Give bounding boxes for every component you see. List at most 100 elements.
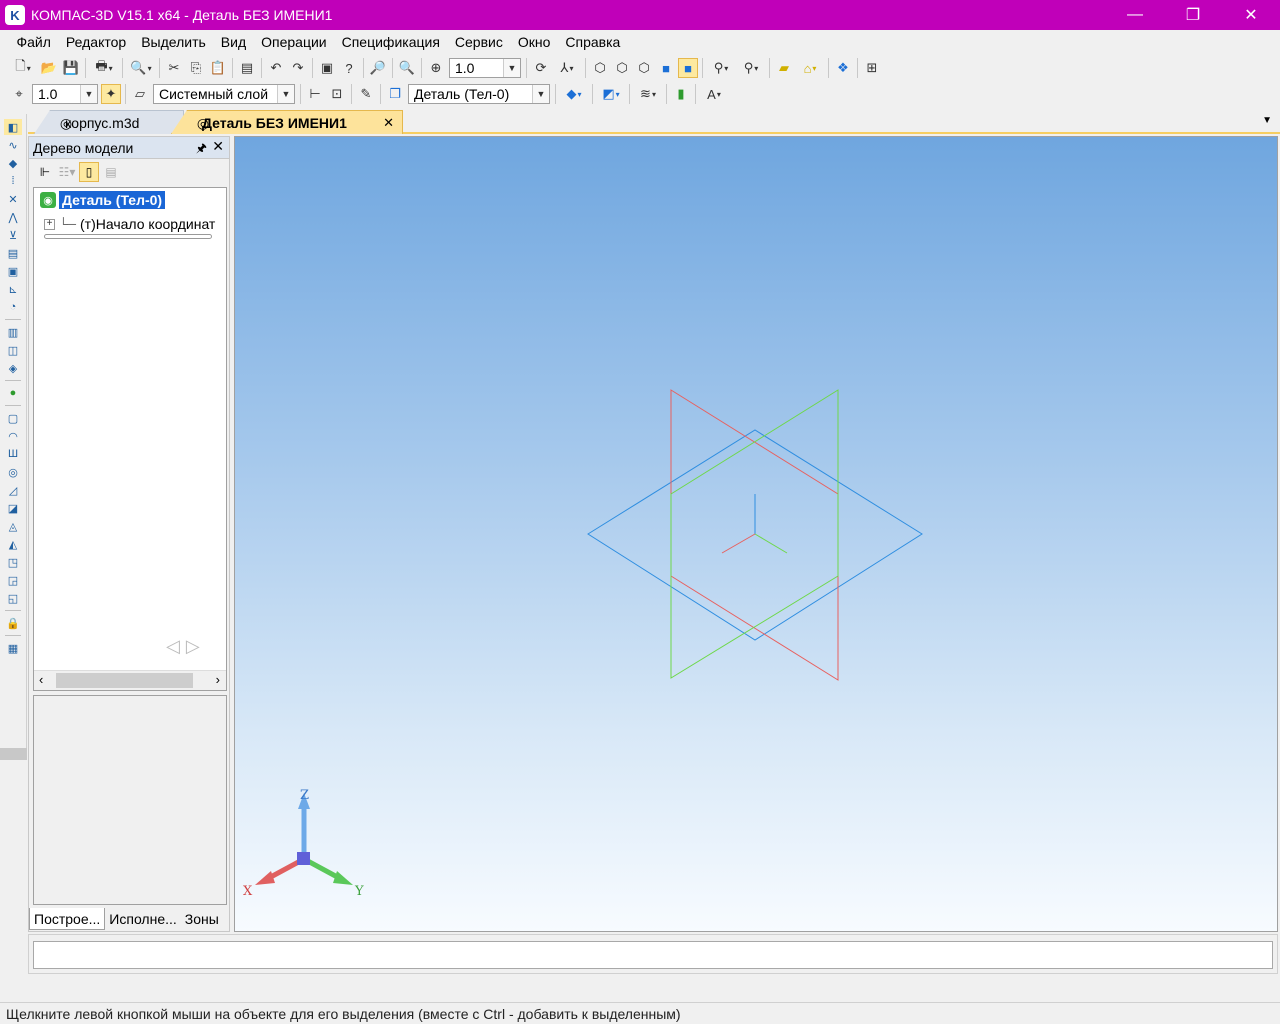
scroll-thumb[interactable]: [56, 673, 193, 688]
tab-korpus[interactable]: ◎ корпус.m3d: [34, 110, 184, 134]
library-icon[interactable]: ❖: [833, 58, 853, 78]
chevron-down-icon[interactable]: ▼: [80, 85, 97, 103]
menu-editor[interactable]: Редактор: [58, 34, 133, 50]
rotate-icon[interactable]: ⟳: [531, 58, 551, 78]
split-icon[interactable]: ◱: [4, 590, 22, 606]
scale-icon[interactable]: ◲: [4, 572, 22, 588]
auxiliary-geometry-icon[interactable]: ✕: [4, 191, 22, 207]
tree-settings-icon[interactable]: ▤: [101, 162, 121, 182]
chevron-down-icon[interactable]: ▼: [532, 85, 549, 103]
zoom-window-icon[interactable]: 🔎: [368, 58, 388, 78]
menu-help[interactable]: Справка: [558, 34, 628, 50]
menu-specification[interactable]: Спецификация: [334, 34, 447, 50]
save-icon[interactable]: 💾: [61, 58, 81, 78]
edit-sketch-icon[interactable]: ✎: [356, 84, 376, 104]
thin-hidden-icon[interactable]: ⬡: [634, 58, 654, 78]
scroll-right-icon[interactable]: ›: [216, 672, 220, 687]
section-icon[interactable]: ◩ ▾: [597, 84, 625, 104]
filter-icon[interactable]: ⚲ ▾: [707, 58, 735, 78]
selection-icon[interactable]: ⚲ ▾: [737, 58, 765, 78]
redo-icon[interactable]: ↷: [288, 58, 308, 78]
restore-button[interactable]: ❐: [1164, 0, 1222, 30]
tree-list-icon[interactable]: ☷▾: [57, 162, 77, 182]
fillet-icon[interactable]: ◠: [4, 428, 22, 444]
menu-select[interactable]: Выделить: [134, 34, 214, 50]
local-cs-icon[interactable]: ⊢: [305, 84, 325, 104]
close-panel-icon[interactable]: ✕: [212, 138, 224, 155]
step-combo[interactable]: 1.0 ▼: [32, 84, 98, 104]
zx-plane[interactable]: [670, 389, 839, 681]
snap-icon[interactable]: ✦: [101, 84, 121, 104]
zoom-combo[interactable]: 1.0 ▼: [449, 58, 521, 78]
lock-icon[interactable]: 🔒: [4, 615, 22, 631]
tree-structure-icon[interactable]: ⊩: [35, 162, 55, 182]
tree-horizontal-scrollbar[interactable]: ‹ ›: [34, 670, 226, 690]
copy-icon[interactable]: ⎘: [186, 58, 206, 78]
menu-view[interactable]: Вид: [213, 34, 253, 50]
3d-viewport[interactable]: Z X Y: [234, 136, 1278, 932]
diagnostics-icon[interactable]: ⊻: [4, 227, 22, 243]
kinematic-icon[interactable]: ◈: [4, 360, 22, 376]
new-document-icon[interactable]: 🗋 ▾: [9, 58, 37, 78]
measure-icon[interactable]: ⊞: [862, 58, 882, 78]
spatial-curves-icon[interactable]: ∿: [4, 137, 22, 153]
surfaces-icon[interactable]: ◆: [4, 155, 22, 171]
shell-icon[interactable]: ▢: [4, 410, 22, 426]
chevron-down-icon[interactable]: ▼: [503, 59, 520, 77]
cut-icon[interactable]: ✂: [164, 58, 184, 78]
chevron-down-icon[interactable]: ▼: [277, 85, 294, 103]
cs-manager-icon[interactable]: ⊡: [327, 84, 347, 104]
print-icon[interactable]: 🖶 ▾: [90, 58, 118, 78]
orientation-icon[interactable]: ⅄ ▾: [553, 58, 581, 78]
command-input[interactable]: [33, 941, 1273, 969]
display-style-icon[interactable]: ◆ ▾: [560, 84, 588, 104]
toolbar-expand-handle[interactable]: [0, 748, 27, 760]
specification-icon[interactable]: ▤: [4, 245, 22, 261]
arrays-icon[interactable]: ⁞: [4, 173, 22, 189]
tabs-menu-chevron-icon[interactable]: ▼: [1262, 115, 1272, 126]
body-combo[interactable]: Деталь (Тел-0) ▼: [408, 84, 550, 104]
attributes-icon[interactable]: ▦: [4, 640, 22, 656]
close-button[interactable]: ✕: [1222, 0, 1280, 30]
kompas-app-icon[interactable]: K: [5, 5, 25, 25]
tree-mode-icon[interactable]: ▯: [79, 162, 99, 182]
minimize-button[interactable]: —: [1106, 0, 1164, 30]
tree-nav-arrows-icon[interactable]: ◁▷: [166, 636, 206, 657]
wireframe-icon[interactable]: ⬡: [590, 58, 610, 78]
tab-execution[interactable]: Исполне...: [105, 908, 180, 930]
properties-icon[interactable]: ▤: [237, 58, 257, 78]
menu-window[interactable]: Окно: [510, 34, 558, 50]
copy-array-icon[interactable]: ◳: [4, 554, 22, 570]
undo-icon[interactable]: ↶: [266, 58, 286, 78]
editing-details-icon[interactable]: ◧: [4, 119, 22, 135]
zoom-all-icon[interactable]: 🔍: [397, 58, 417, 78]
tab-zones[interactable]: Зоны: [181, 908, 223, 930]
tree-node-origin[interactable]: + └─ (т)Начало координат: [44, 216, 215, 232]
tab-detail-unnamed[interactable]: ◎ Деталь БЕЗ ИМЕНИ1 ✕: [171, 110, 403, 134]
layers-icon[interactable]: ≋ ▾: [634, 84, 662, 104]
rotate-operation-icon[interactable]: ◫: [4, 342, 22, 358]
hole-icon[interactable]: ◎: [4, 464, 22, 480]
preview-icon[interactable]: 🔍 ▾: [127, 58, 155, 78]
close-tab-icon[interactable]: ✕: [383, 115, 394, 131]
part-icon[interactable]: ▰: [774, 58, 794, 78]
incline-icon[interactable]: ◿: [4, 482, 22, 498]
tree-drag-bar[interactable]: [44, 234, 212, 239]
layer-icon[interactable]: ▱: [130, 84, 150, 104]
measurements-icon[interactable]: ⊾: [4, 281, 22, 297]
tree-root-node[interactable]: ◉ Деталь (Тел-0): [40, 191, 166, 209]
reports-icon[interactable]: ▣: [4, 263, 22, 279]
elements-icon[interactable]: ◔: [4, 299, 22, 315]
mirror-icon[interactable]: ◭: [4, 536, 22, 552]
menu-service[interactable]: Сервис: [447, 34, 510, 50]
cut-section-icon[interactable]: ◪: [4, 500, 22, 516]
hidden-lines-icon[interactable]: ⬡: [612, 58, 632, 78]
layer-combo[interactable]: Системный слой ▼: [153, 84, 295, 104]
help-pointer-icon[interactable]: ?: [339, 58, 359, 78]
zoom-in-icon[interactable]: ⊕: [426, 58, 446, 78]
xy-plane[interactable]: [587, 429, 923, 641]
open-icon[interactable]: 📂: [39, 58, 59, 78]
scroll-left-icon[interactable]: ‹: [39, 672, 43, 687]
manager-icon[interactable]: ▣: [317, 58, 337, 78]
paste-icon[interactable]: 📋: [208, 58, 228, 78]
